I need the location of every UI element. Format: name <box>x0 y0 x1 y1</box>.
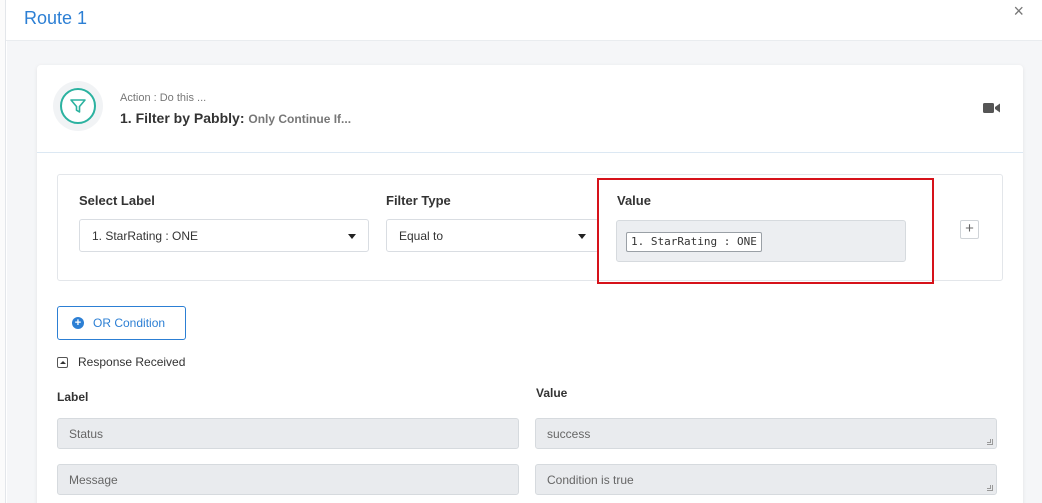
response-value-header: Value <box>536 386 568 400</box>
filter-icon <box>53 81 103 131</box>
action-title: 1. Filter by Pabbly: Only Continue If... <box>120 110 351 126</box>
resize-grip-icon[interactable] <box>987 485 993 491</box>
response-label-header: Label <box>57 390 89 404</box>
action-subtitle: Action : Do this ... <box>120 92 207 104</box>
response-received-row: Response Received <box>57 355 185 369</box>
select-label-header: Select Label <box>79 193 155 208</box>
plus-circle-icon: + <box>72 317 84 329</box>
or-condition-label: OR Condition <box>93 316 166 330</box>
video-camera-icon[interactable] <box>983 101 1001 119</box>
close-button[interactable]: × <box>1013 2 1024 20</box>
chevron-down-icon <box>348 234 356 239</box>
filter-type-value: Equal to <box>399 229 444 243</box>
filter-type-header: Filter Type <box>386 193 451 208</box>
response-row-value[interactable]: Condition is true <box>535 464 997 495</box>
response-row-label: Message <box>57 464 519 495</box>
action-card: Action : Do this ... 1. Filter by Pabbly… <box>37 65 1023 503</box>
select-label-value: 1. StarRating : ONE <box>92 229 199 243</box>
highlight-annotation-box <box>597 178 934 284</box>
add-condition-button[interactable]: + <box>960 220 979 239</box>
modal-title: Route 1 <box>24 8 88 28</box>
action-header[interactable]: Action : Do this ... 1. Filter by Pabbly… <box>37 65 1023 153</box>
response-received-label: Response Received <box>78 355 186 369</box>
filter-type-dropdown[interactable]: Equal to <box>386 219 599 252</box>
action-title-text: 1. Filter by Pabbly: <box>120 110 245 126</box>
response-row-value[interactable]: success <box>535 418 997 449</box>
message-value: Condition is true <box>547 473 634 487</box>
left-panel-edge <box>0 0 6 503</box>
or-condition-button[interactable]: + OR Condition <box>57 306 186 340</box>
collapse-toggle-icon[interactable] <box>57 356 68 368</box>
message-label: Message <box>69 473 118 487</box>
response-row-label: Status <box>57 418 519 449</box>
status-value: success <box>547 427 591 441</box>
action-tag: Only Continue If... <box>248 112 352 126</box>
status-label: Status <box>69 427 104 441</box>
chevron-down-icon <box>578 234 586 239</box>
select-label-dropdown[interactable]: 1. StarRating : ONE <box>79 219 369 252</box>
resize-grip-icon[interactable] <box>987 439 993 445</box>
